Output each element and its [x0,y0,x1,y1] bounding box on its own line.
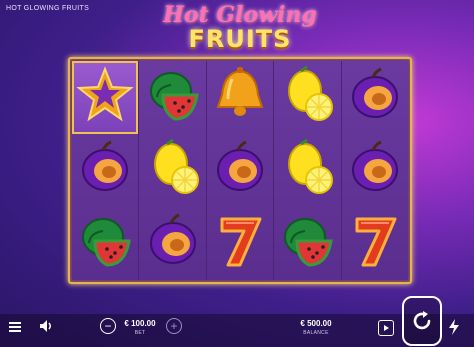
lemon-icon [277,65,337,130]
watermelon-icon [143,65,203,130]
autoplay-button[interactable] [378,320,394,336]
reel-frame [68,57,412,284]
plum-icon [210,138,270,203]
plum-icon [143,211,203,276]
plus-icon: + [170,319,178,333]
menu-icon[interactable] [7,320,23,334]
spin-button[interactable] [402,296,442,346]
reel-5 [341,61,409,280]
reel-cell [207,207,273,280]
reel-cell [139,134,205,207]
watermelon-icon [277,211,337,276]
lemon-icon [143,138,203,203]
logo-line-1: Hot Glowing [163,2,317,28]
bet-label: BET [134,330,146,336]
reel-cell [72,207,138,280]
star-icon [75,65,135,130]
minus-icon: − [104,319,112,333]
reels-grid [72,61,409,280]
spin-icon [413,311,431,330]
balance-label: BALANCE [303,330,329,336]
sound-icon[interactable] [38,318,54,334]
reel-1 [72,61,140,280]
reel-cell [207,61,273,134]
logo-line-2: FRUITS [188,25,292,53]
bet-value: € 100.00 [124,319,156,328]
bet-decrease-button[interactable]: − [100,318,116,334]
autoplay-icon [384,325,389,331]
reel-cell [139,207,205,280]
seven-icon [210,211,270,276]
reel-4 [274,61,342,280]
reel-cell [342,207,408,280]
reel-cell [342,134,408,207]
reel-cell [274,134,340,207]
reel-3 [206,61,275,280]
reel-cell [274,207,340,280]
game-logo: Hot Glowing FRUITS [160,2,320,58]
plum-icon [345,65,405,130]
bet-increase-button[interactable]: + [166,318,182,334]
reel-cell [139,61,205,134]
reel-cell [274,61,340,134]
bell-icon [210,65,270,130]
balance-value: € 500.00 [300,319,332,328]
turbo-icon [449,319,459,335]
window-title: HOT GLOWING FRUITS [6,5,90,12]
reel-cell [72,134,138,207]
plum-icon [345,138,405,203]
seven-icon [345,211,405,276]
turbo-button[interactable] [446,318,462,336]
watermelon-icon [75,211,135,276]
reel-cell [72,61,139,134]
plum-icon [75,138,135,203]
reel-cell [207,134,273,207]
reel-cell [342,61,408,134]
reel-2 [139,61,207,280]
lemon-icon [277,138,337,203]
